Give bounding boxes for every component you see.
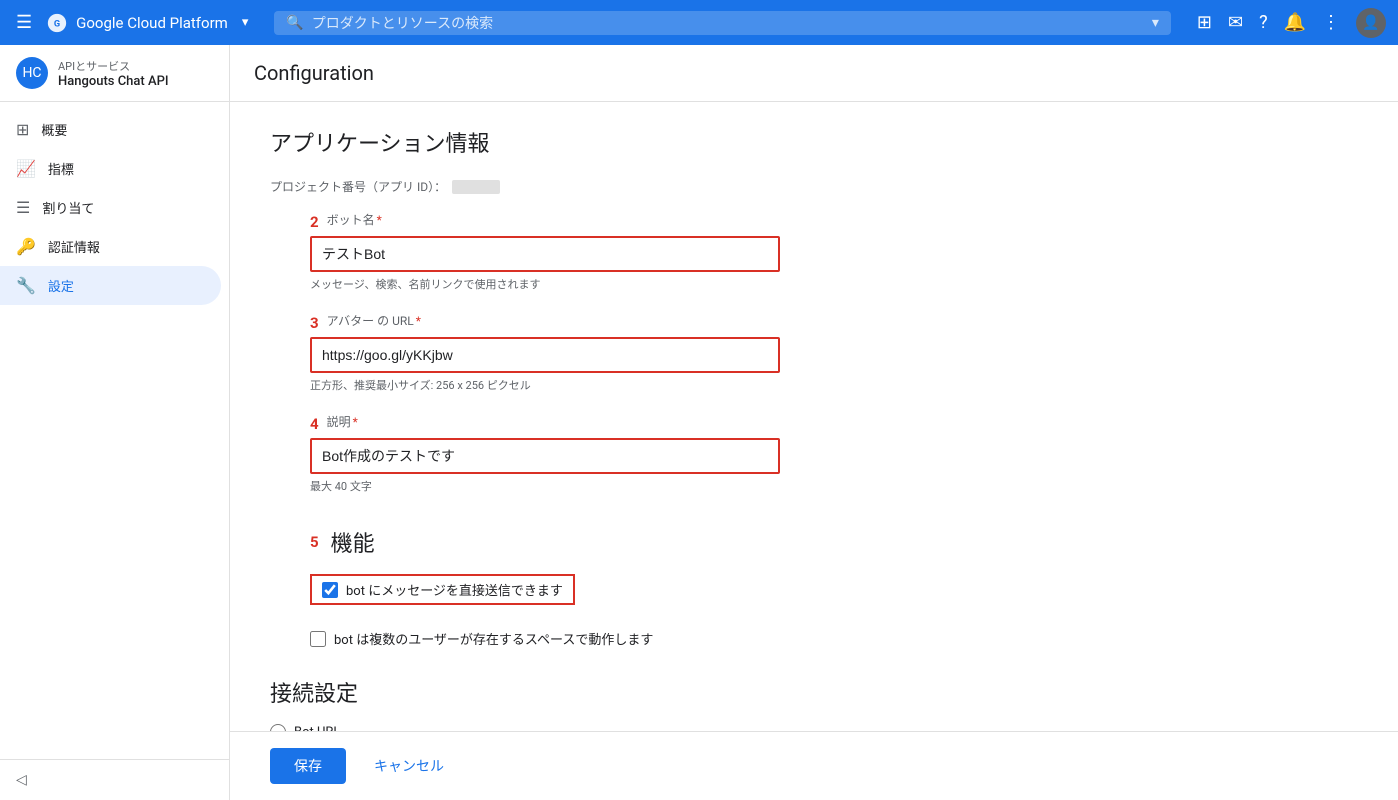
description-hint: 最大 40 文字	[310, 478, 990, 494]
bot-name-label: ボット名 *	[327, 211, 382, 228]
field-num-4: 4	[310, 415, 319, 433]
sidebar-credentials-label: 認証情報	[48, 237, 100, 256]
avatar-url-label: アバター の URL *	[327, 312, 421, 329]
layout: HC APIとサービス Hangouts Chat API ⊞ 概要 📈 指標 …	[0, 45, 1398, 800]
avatar[interactable]: 👤	[1356, 8, 1386, 38]
main-content: Configuration アプリケーション情報 プロジェクト番号（アプリ ID…	[230, 45, 1398, 800]
search-dropdown-icon: ▾	[1152, 15, 1159, 31]
api-icon: HC	[16, 57, 48, 89]
top-nav: ☰ G Google Cloud Platform ▾ 🔍 ▾ ⊞ ✉ ? 🔔 …	[0, 0, 1398, 45]
search-input[interactable]	[312, 15, 1144, 31]
sidebar-overview-label: 概要	[41, 120, 67, 139]
direct-message-checkbox-row: bot にメッセージを直接送信できます	[310, 574, 575, 605]
multi-user-checkbox-row: bot は複数のユーザーが存在するスペースで動作します	[310, 625, 990, 652]
direct-message-label[interactable]: bot にメッセージを直接送信できます	[346, 580, 563, 599]
footer-buttons: 保存 キャンセル	[230, 731, 1398, 800]
sidebar: HC APIとサービス Hangouts Chat API ⊞ 概要 📈 指標 …	[0, 45, 230, 800]
sidebar-collapse-button[interactable]: ◁	[0, 759, 229, 800]
save-button[interactable]: 保存	[270, 748, 346, 784]
sidebar-api-label: APIとサービス	[58, 58, 169, 74]
search-icon: 🔍	[286, 15, 303, 31]
bot-name-field: 2 ボット名 * メッセージ、検索、名前リンクで使用されます	[310, 211, 990, 292]
sidebar-item-metrics[interactable]: 📈 指標	[0, 149, 221, 188]
nav-project-name: ▾	[242, 15, 249, 30]
gcp-logo-icon: G	[46, 12, 68, 34]
content-body: アプリケーション情報 プロジェクト番号（アプリ ID）： 2 ボット名 * メッ…	[230, 102, 1030, 800]
app-info-title: アプリケーション情報	[270, 126, 990, 158]
avatar-url-field: 3 アバター の URL * 正方形、推奨最小サイズ: 256 x 256 ピク…	[310, 312, 990, 393]
sidebar-quota-label: 割り当て	[42, 198, 94, 217]
field-num-2: 2	[310, 213, 319, 231]
multi-user-checkbox[interactable]	[310, 631, 326, 647]
project-number-value	[452, 180, 500, 194]
more-icon[interactable]: ⋮	[1322, 12, 1340, 33]
nav-icons: ⊞ ✉ ? 🔔 ⋮ 👤	[1197, 8, 1386, 38]
description-input[interactable]	[310, 438, 780, 474]
menu-icon[interactable]: ☰	[12, 8, 36, 37]
bot-name-input[interactable]	[310, 236, 780, 272]
nav-project-selector[interactable]: ▾	[242, 15, 249, 30]
description-field: 4 説明 * 最大 40 文字	[310, 413, 990, 494]
overview-icon: ⊞	[16, 120, 29, 139]
nav-logo-text: Google Cloud Platform	[76, 14, 228, 32]
content-header: Configuration	[230, 45, 1398, 102]
sidebar-item-overview[interactable]: ⊞ 概要	[0, 110, 221, 149]
bot-name-hint: メッセージ、検索、名前リンクで使用されます	[310, 276, 990, 292]
sidebar-item-credentials[interactable]: 🔑 認証情報	[0, 227, 221, 266]
sidebar-settings-label: 設定	[48, 276, 74, 295]
svg-text:G: G	[54, 19, 60, 29]
cancel-button[interactable]: キャンセル	[358, 748, 460, 784]
avatar-url-input[interactable]	[310, 337, 780, 373]
nav-logo: G Google Cloud Platform	[46, 12, 228, 34]
mail-icon[interactable]: ✉	[1228, 12, 1243, 33]
features-section: 5 機能 bot にメッセージを直接送信できます bot は複数のユーザーが存在…	[310, 526, 990, 652]
bell-icon[interactable]: 🔔	[1284, 12, 1306, 33]
features-num: 5	[310, 533, 319, 551]
project-number-row: プロジェクト番号（アプリ ID）：	[270, 178, 990, 195]
sidebar-item-quota[interactable]: ☰ 割り当て	[0, 188, 221, 227]
sidebar-header-text: APIとサービス Hangouts Chat API	[58, 58, 169, 89]
metrics-icon: 📈	[16, 159, 36, 178]
field-num-3: 3	[310, 314, 319, 332]
multi-user-label[interactable]: bot は複数のユーザーが存在するスペースで動作します	[334, 629, 653, 648]
direct-message-checkbox[interactable]	[322, 582, 338, 598]
sidebar-api-title: Hangouts Chat API	[58, 74, 169, 89]
project-number-label: プロジェクト番号（アプリ ID）：	[270, 178, 446, 195]
key-icon: 🔑	[16, 237, 36, 256]
nav-search-bar[interactable]: 🔍 ▾	[274, 11, 1171, 35]
grid-icon[interactable]: ⊞	[1197, 12, 1212, 33]
settings-icon: 🔧	[16, 276, 36, 295]
sidebar-header: HC APIとサービス Hangouts Chat API	[0, 45, 229, 102]
avatar-url-hint: 正方形、推奨最小サイズ: 256 x 256 ピクセル	[310, 377, 990, 393]
help-icon[interactable]: ?	[1259, 12, 1268, 33]
features-title: 機能	[331, 526, 375, 558]
page-title: Configuration	[254, 61, 1374, 85]
quota-icon: ☰	[16, 198, 30, 217]
description-label: 説明 *	[327, 413, 358, 430]
sidebar-item-settings[interactable]: 🔧 設定	[0, 266, 221, 305]
sidebar-metrics-label: 指標	[48, 159, 74, 178]
connection-title: 接続設定	[270, 676, 990, 708]
sidebar-nav: ⊞ 概要 📈 指標 ☰ 割り当て 🔑 認証情報 🔧 設定	[0, 102, 229, 759]
